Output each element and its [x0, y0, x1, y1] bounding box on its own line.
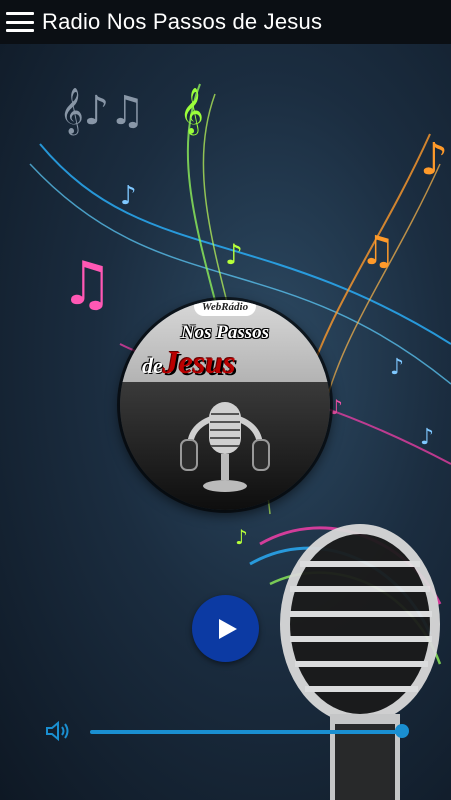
svg-text:♪: ♪	[330, 395, 343, 419]
microphone-headphones-icon	[180, 402, 270, 492]
svg-text:♪: ♪	[420, 134, 448, 185]
svg-text:♫: ♫	[60, 249, 114, 319]
svg-text:♪: ♪	[235, 525, 248, 549]
hamburger-menu-icon[interactable]	[6, 12, 34, 32]
logo-line1: Nos Passos	[180, 322, 270, 343]
svg-text:♪: ♪	[390, 355, 404, 380]
logo-line2-prefix: de	[142, 353, 163, 378]
logo-line2: deJesus	[142, 344, 236, 381]
svg-text:♪: ♪	[225, 238, 243, 271]
logo-line2-main: Jesus	[162, 344, 236, 380]
station-logo: WebRádio Nos Passos deJesus	[120, 300, 330, 510]
app-bar: Radio Nos Passos de Jesus	[0, 0, 451, 44]
volume-control	[45, 718, 415, 744]
svg-text:𝄞♪♫: 𝄞♪♫	[60, 88, 145, 136]
play-button[interactable]	[192, 595, 259, 662]
app-title: Radio Nos Passos de Jesus	[42, 9, 323, 34]
svg-text:♪: ♪	[420, 425, 434, 450]
svg-text:♪: ♪	[120, 181, 137, 211]
svg-text:𝄞: 𝄞	[180, 88, 204, 136]
speaker-icon[interactable]	[45, 721, 71, 741]
volume-slider-track[interactable]	[90, 730, 402, 734]
volume-slider-thumb[interactable]	[395, 724, 409, 738]
logo-badge: WebRádio	[194, 300, 256, 316]
play-icon	[219, 618, 237, 639]
svg-text:♫: ♫	[360, 228, 396, 274]
